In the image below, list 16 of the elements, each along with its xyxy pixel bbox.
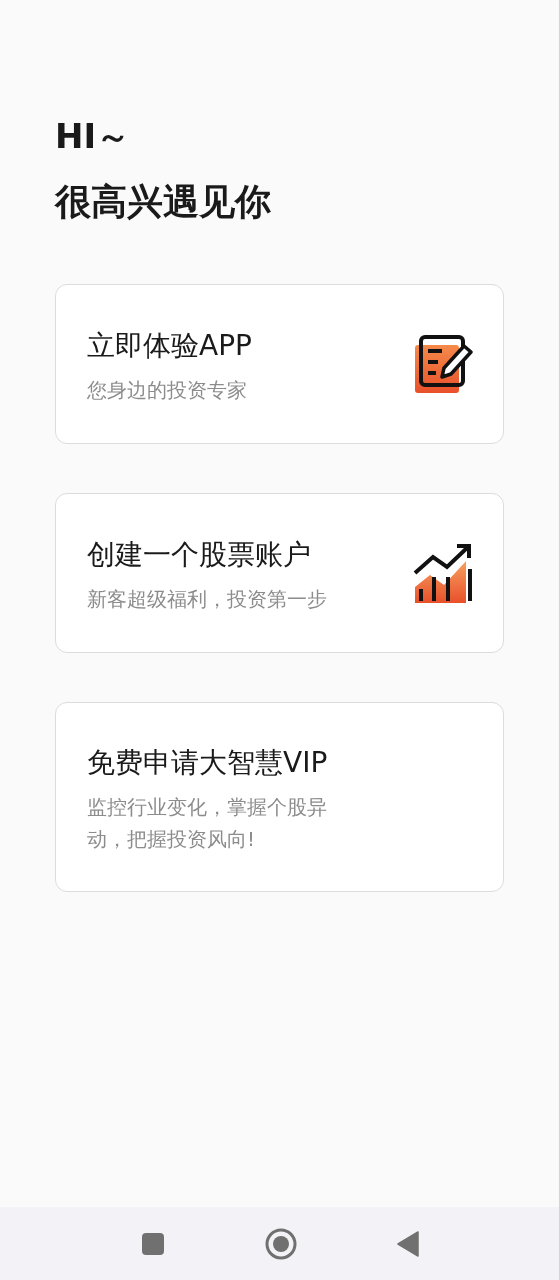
action-card[interactable]: 免费申请大智慧VIP 监控行业变化，掌握个股异动，把握投资风向! xyxy=(55,702,504,892)
recents-icon[interactable] xyxy=(140,1231,165,1256)
welcome-heading: 很高兴遇见你 xyxy=(55,180,272,224)
card-subtitle: 您身边的投资专家 xyxy=(87,377,248,404)
action-card[interactable]: 创建一个股票账户 新客超级福利，投资第一步 xyxy=(55,493,504,653)
notepad-pencil-icon xyxy=(413,333,473,395)
card-title: 免费申请大智慧VIP xyxy=(87,745,329,781)
card-title: 立即体验APP xyxy=(87,328,252,364)
back-icon[interactable] xyxy=(396,1230,419,1257)
card-subtitle: 监控行业变化，掌握个股异动，把握投资风向! xyxy=(87,794,328,853)
action-card[interactable]: 立即体验APP 您身边的投资专家 xyxy=(55,284,504,444)
home-icon[interactable] xyxy=(264,1227,297,1260)
card-subtitle: 新客超级福利，投资第一步 xyxy=(87,586,327,613)
greeting-text: HI～ xyxy=(55,115,132,158)
growth-chart-icon xyxy=(413,543,473,603)
card-title: 创建一个股票账户 xyxy=(87,537,312,573)
